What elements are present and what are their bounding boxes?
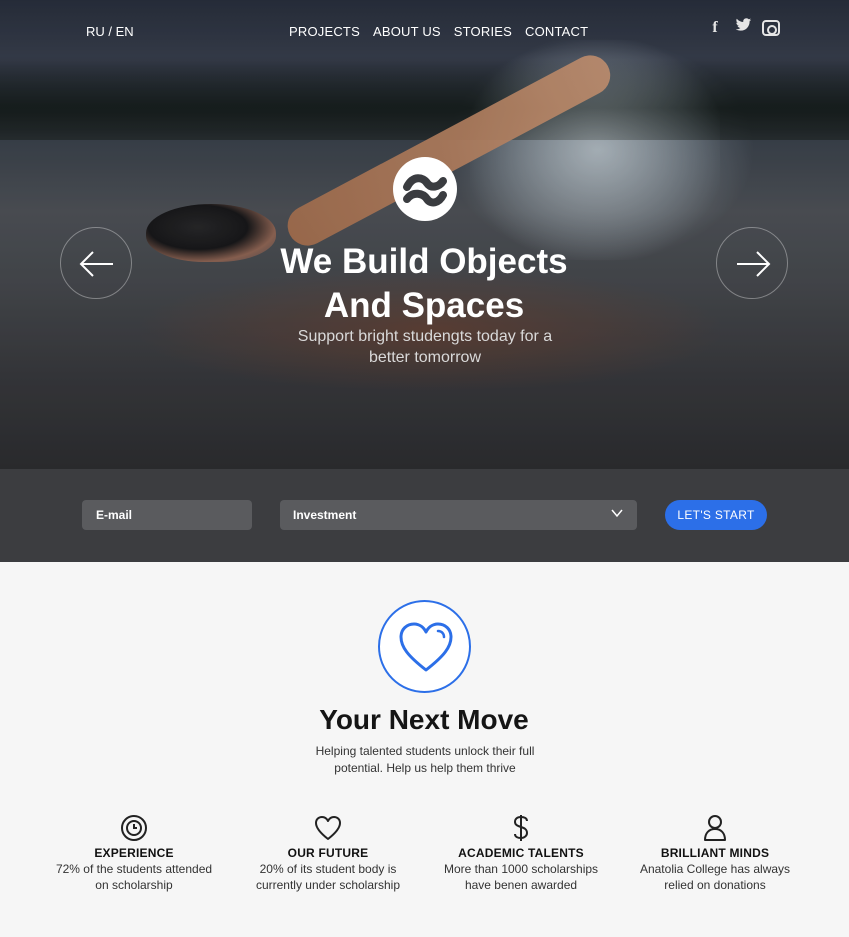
feature-brilliant-minds: BRILLIANT MINDS Anatolia College has alw…: [620, 814, 810, 893]
section-subtitle: Helping talented students unlock their f…: [300, 743, 550, 777]
arrow-right-icon: [737, 251, 771, 277]
feature-title: OUR FUTURE: [287, 846, 369, 860]
brand-logo: [393, 157, 457, 221]
feature-description-line2: relied on donations: [664, 878, 766, 892]
slider-prev-button[interactable]: [60, 227, 132, 299]
hero-section: RU / EN PROJECTS ABOUT US STORIES CONTAC…: [0, 0, 849, 469]
arrow-left-icon: [79, 251, 113, 277]
clock-icon: [121, 815, 147, 841]
feature-description-line1: Anatolia College has always: [639, 862, 791, 876]
interest-select-value: Investment: [293, 508, 357, 522]
menu-item-stories[interactable]: STORIES: [454, 24, 512, 39]
heart-icon: [315, 816, 341, 840]
feature-description-line1: 20% of its student body is: [259, 862, 397, 876]
feature-academic-talents: ACADEMIC TALENTS More than 1000 scholars…: [426, 814, 616, 893]
feature-description-line2: currently under scholarship: [255, 878, 401, 892]
feature-our-future: OUR FUTURE 20% of its student body is cu…: [233, 814, 423, 893]
feature-description: Anatolia College has always relied on do…: [620, 861, 810, 893]
feature-title: BRILLIANT MINDS: [660, 846, 770, 860]
hero-subtitle: Support bright studengts today for a bet…: [270, 326, 580, 368]
dollar-icon: [513, 815, 529, 841]
top-navigation: RU / EN PROJECTS ABOUT US STORIES CONTAC…: [0, 0, 849, 60]
menu-item-contact[interactable]: CONTACT: [525, 24, 588, 39]
hero-title-line2: And Spaces: [323, 286, 525, 325]
menu-item-projects[interactable]: PROJECTS: [289, 24, 360, 39]
feature-description-line2: have benen awarded: [464, 878, 578, 892]
feature-description-line2: on scholarship: [95, 878, 173, 892]
feature-description: More than 1000 scholarships have benen a…: [426, 861, 616, 893]
menu-item-about-us[interactable]: ABOUT US: [373, 24, 441, 39]
hero-subtitle-line1: Support bright studengts today for a: [297, 328, 553, 345]
heart-badge: [378, 600, 471, 693]
instagram-icon[interactable]: [762, 19, 780, 36]
section-subtitle-line1: Helping talented students unlock their f…: [315, 744, 535, 758]
feature-description-line1: More than 1000 scholarships: [443, 862, 599, 876]
hero-subtitle-line2: better tomorrow: [368, 349, 482, 366]
main-menu: PROJECTS ABOUT US STORIES CONTACT: [289, 24, 588, 39]
hero-overlay: [0, 0, 849, 469]
signup-bar: Investment LET'S START: [0, 469, 849, 562]
hero-title-line1: We Build Objects: [280, 242, 568, 281]
slider-next-button[interactable]: [716, 227, 788, 299]
section-title: Your Next Move: [319, 704, 529, 735]
feature-description: 20% of its student body is currently und…: [233, 861, 423, 893]
heart-icon: [399, 622, 453, 672]
feature-description-line1: 72% of the students attended: [55, 862, 213, 876]
user-icon: [704, 815, 726, 841]
facebook-icon[interactable]: f: [706, 19, 724, 37]
feature-title: EXPERIENCE: [94, 846, 174, 860]
section-subtitle-line2: potential. Help us help them thrive: [334, 761, 516, 775]
feature-description: 72% of the students attended on scholars…: [39, 861, 229, 893]
interest-select[interactable]: Investment: [280, 500, 637, 530]
email-field[interactable]: [82, 500, 252, 530]
feature-experience: EXPERIENCE 72% of the students attended …: [39, 814, 229, 893]
hero-title: We Build Objects And Spaces: [224, 240, 624, 328]
language-switcher[interactable]: RU / EN: [86, 24, 134, 39]
social-links: f: [706, 18, 780, 37]
feature-title: ACADEMIC TALENTS: [458, 846, 584, 860]
twitter-icon[interactable]: [734, 18, 752, 37]
lets-start-button[interactable]: LET'S START: [665, 500, 767, 530]
chevron-down-icon: [611, 509, 623, 518]
